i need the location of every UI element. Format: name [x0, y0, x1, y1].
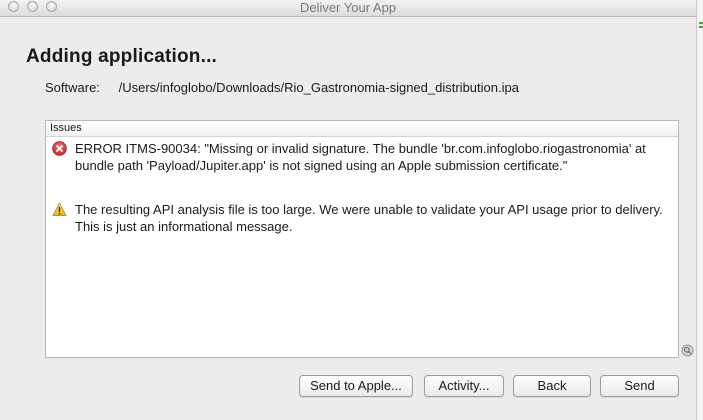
title-bar[interactable]: Deliver Your App [0, 0, 696, 17]
activity-button[interactable]: Activity... [424, 375, 504, 397]
page-title: Adding application... [26, 46, 218, 67]
warning-icon [52, 202, 67, 216]
software-row: Software: /Users/infoglobo/Downloads/Rio… [45, 80, 519, 95]
deliver-app-window: Deliver Your App Adding application... S… [0, 0, 696, 420]
issues-header: Issues [46, 121, 678, 137]
background-window-edge [696, 0, 703, 420]
background-indicator [699, 26, 703, 28]
zoom-icon[interactable] [681, 344, 694, 357]
issue-text: ERROR ITMS-90034: "Missing or invalid si… [75, 141, 646, 173]
error-icon [52, 141, 67, 156]
issues-list[interactable]: Issues ERROR ITMS-90034: "Missing or inv… [45, 120, 679, 358]
screen: Deliver Your App Adding application... S… [0, 0, 703, 420]
software-path: /Users/infoglobo/Downloads/Rio_Gastronom… [118, 80, 519, 95]
window-title: Deliver Your App [299, 0, 397, 15]
software-label: Software: [45, 80, 100, 95]
send-to-apple-button[interactable]: Send to Apple... [299, 375, 413, 397]
background-indicator [699, 22, 703, 24]
back-button[interactable]: Back [513, 375, 591, 397]
send-button[interactable]: Send [600, 375, 679, 397]
issue-item-error: ERROR ITMS-90034: "Missing or invalid si… [52, 140, 670, 174]
issue-text: The resulting API analysis file is too l… [75, 202, 663, 234]
issue-item-warning: The resulting API analysis file is too l… [52, 201, 670, 235]
